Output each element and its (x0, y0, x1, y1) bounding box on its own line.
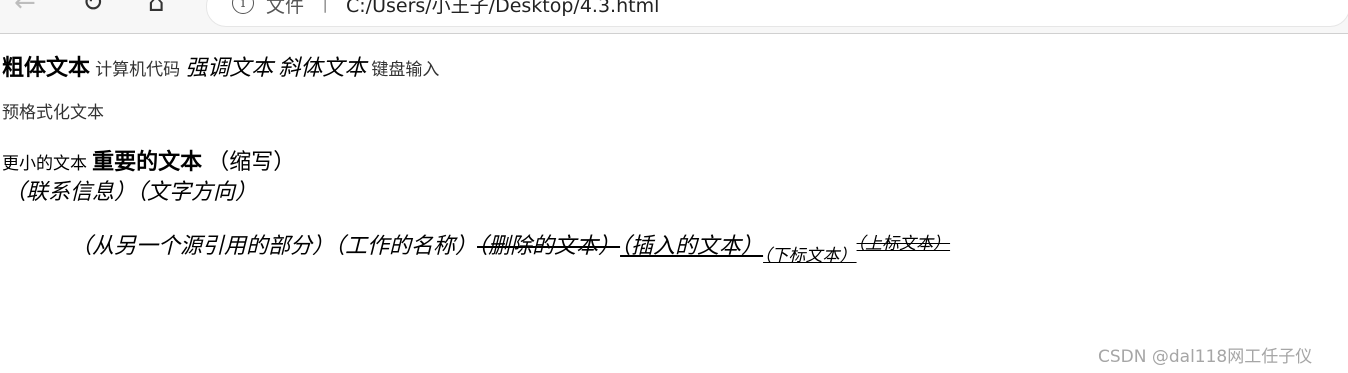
abbreviation-text: （缩写） (207, 150, 296, 175)
home-icon[interactable]: ⌂ (148, 0, 165, 18)
preformatted-text: 预格式化文本 (2, 103, 104, 123)
emphasized-text: 强调文本 (185, 56, 274, 81)
contact-info-text: （联系信息） (4, 180, 137, 205)
important-text: 重要的文本 (92, 150, 203, 175)
inserted-text: （插入的文本） (620, 234, 764, 259)
smaller-text: 更小的文本 (2, 154, 87, 174)
text-direction-text: （文字方向） (136, 180, 258, 205)
browser-toolbar: ← ↻ ⌂ i 文件 | C:/Users/小王子/Desktop/4.3.ht… (0, 0, 1348, 34)
subscript-text: （下标文本） (763, 246, 857, 266)
address-line: （联系信息）（文字方向） (4, 174, 257, 206)
address-source-label: 文件 (266, 0, 305, 17)
quote-source-text: （从另一个源引用的部分） (70, 234, 335, 259)
computer-code-text: 计算机代码 (95, 60, 181, 80)
superscript-text: （上标文本） (856, 234, 951, 254)
small-strong-line: 更小的文本 重要的文本 （缩写） (2, 144, 295, 176)
address-separator: | (322, 0, 329, 13)
work-title-text: （工作的名称） (334, 234, 478, 259)
text-formatting-line: 粗体文本 计算机代码 强调文本 斜体文本 键盘输入 (2, 50, 439, 82)
deleted-text: （删除的文本） (477, 234, 621, 259)
reload-icon[interactable]: ↻ (82, 0, 104, 18)
back-arrow-icon[interactable]: ← (14, 0, 36, 18)
watermark-text: CSDN @dal118网工任子仪 (1098, 347, 1313, 367)
bold-text: 粗体文本 (2, 56, 91, 81)
italic-text: 斜体文本 (278, 56, 367, 81)
keyboard-input-text: 键盘输入 (371, 60, 440, 80)
quote-line: （从另一个源引用的部分）（工作的名称）（删除的文本）（插入的文本）（下标文本）（… (70, 228, 950, 266)
address-url[interactable]: C:/Users/小王子/Desktop/4.3.html (346, 0, 659, 18)
